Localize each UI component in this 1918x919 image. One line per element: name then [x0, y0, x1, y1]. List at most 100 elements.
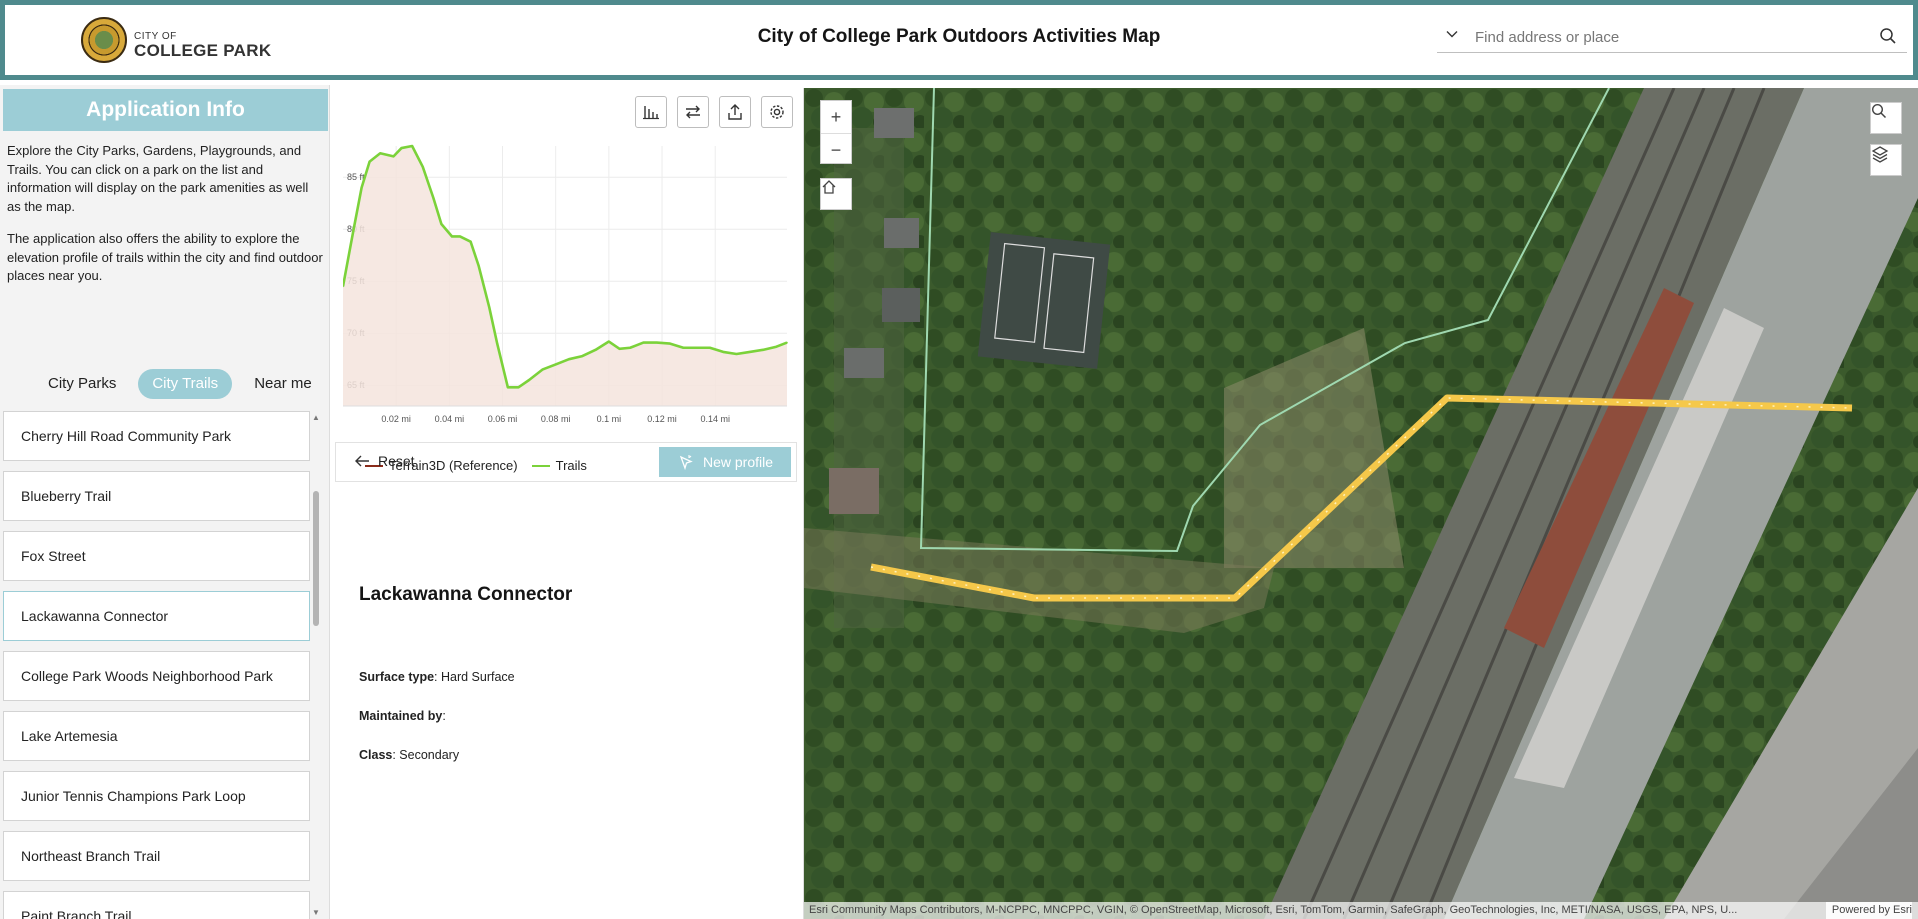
gear-icon: [770, 105, 784, 119]
chart-view-button[interactable]: [635, 96, 667, 128]
attribution-text: Esri Community Maps Contributors, M-NCPP…: [809, 904, 1738, 916]
trail-point: [528, 379, 530, 381]
arrow-left-icon: [355, 455, 369, 467]
list-item[interactable]: College Park Woods Neighborhood Park: [3, 651, 310, 701]
trail-point: [360, 186, 363, 189]
x-tick-label: 0.14 mi: [700, 414, 730, 424]
scroll-thumb[interactable]: [313, 491, 319, 626]
trail-point: [496, 342, 499, 345]
attr-surface: Surface type: Hard Surface: [359, 670, 515, 684]
list-item[interactable]: Paint Branch Trail: [3, 891, 310, 919]
trail-point: [762, 349, 764, 351]
trail-point: [379, 152, 382, 155]
trail-point: [517, 386, 520, 389]
trail-point: [748, 351, 751, 353]
x-tick-label: 0.1 mi: [597, 414, 622, 424]
trail-point: [368, 160, 371, 163]
map-view[interactable]: + − Esri Community Maps Contributors, M-…: [804, 88, 1918, 919]
trail-point: [400, 147, 403, 149]
layers-icon: [1871, 146, 1889, 163]
list-item[interactable]: Blueberry Trail: [3, 471, 310, 521]
zoom-controls: + −: [820, 100, 852, 164]
trail-point: [642, 341, 645, 344]
category-tabs: City Parks City Trails Near me: [34, 369, 326, 399]
home-button[interactable]: [820, 178, 852, 210]
list-item[interactable]: Northeast Branch Trail: [3, 831, 310, 881]
reset-label: Reset: [378, 453, 415, 469]
attr-class-value: : Secondary: [392, 748, 460, 762]
settings-button[interactable]: [761, 96, 793, 128]
zoom-in-button[interactable]: +: [821, 101, 851, 133]
trail-point: [421, 166, 424, 168]
scroll-down-icon[interactable]: ▼: [312, 908, 320, 917]
info-paragraph-2: The application also offers the ability …: [7, 231, 323, 283]
powered-by-esri[interactable]: Powered by Esri: [1825, 902, 1912, 919]
attr-class: Class: Secondary: [359, 748, 459, 762]
swap-arrows-icon: [686, 105, 700, 119]
home-icon: [822, 180, 836, 194]
new-profile-button[interactable]: New profile: [659, 447, 791, 477]
trail-point: [568, 358, 570, 360]
new-profile-label: New profile: [702, 454, 774, 470]
info-text: Explore the City Parks, Gardens, Playgro…: [7, 142, 325, 300]
header-bar: CITY OF COLLEGE PARK City of College Par…: [5, 5, 1913, 75]
list-item[interactable]: Lake Artemesia: [3, 711, 310, 761]
scroll-up-icon[interactable]: ▲: [312, 413, 320, 422]
x-tick-label: 0.06 mi: [488, 414, 518, 424]
trail-point: [507, 386, 509, 389]
map-attribution: Esri Community Maps Contributors, M-NCPP…: [804, 902, 1918, 919]
trail-point: [488, 306, 491, 308]
reset-button[interactable]: Reset: [354, 453, 415, 469]
terrain-area: [343, 146, 787, 406]
trail-point: [629, 346, 631, 349]
trail-point: [459, 235, 461, 238]
x-tick-label: 0.08 mi: [541, 414, 571, 424]
trail-point: [655, 341, 658, 344]
tab-city-parks[interactable]: City Parks: [34, 369, 130, 399]
search-input[interactable]: [1475, 25, 1865, 49]
trail-point: [682, 346, 685, 349]
attr-maintained-label: Maintained by: [359, 709, 443, 723]
trail-list: Cherry Hill Road Community Park Blueberr…: [3, 411, 310, 919]
x-tick-label: 0.04 mi: [435, 414, 465, 424]
list-item[interactable]: Junior Tennis Champions Park Loop: [3, 771, 310, 821]
satellite-imagery: [804, 88, 1918, 919]
x-tick-label: 0.02 mi: [381, 414, 411, 424]
info-title: Application Info: [3, 89, 328, 131]
list-item[interactable]: Cherry Hill Road Community Park: [3, 411, 310, 461]
trail-point: [618, 348, 621, 350]
trail-point: [735, 353, 738, 355]
trail-point: [608, 340, 610, 343]
export-button[interactable]: [719, 96, 751, 128]
y-tick-label: 85 ft: [347, 172, 365, 182]
trail-point: [451, 235, 453, 238]
trail-point: [352, 228, 355, 230]
tab-city-trails[interactable]: City Trails: [138, 369, 233, 399]
search-icon[interactable]: [1879, 27, 1897, 50]
attr-maintained: Maintained by:: [359, 709, 446, 723]
trail-point: [786, 341, 788, 344]
trail-point: [722, 351, 724, 353]
tab-near-me[interactable]: Near me: [240, 369, 326, 399]
profile-toolbar: [635, 96, 793, 128]
chevron-down-icon[interactable]: [1445, 27, 1459, 44]
trail-point: [709, 346, 711, 349]
list-item[interactable]: Fox Street: [3, 531, 310, 581]
layers-button[interactable]: [1870, 144, 1902, 176]
list-scrollbar[interactable]: ▲ ▼: [311, 411, 321, 919]
bar-chart-icon: [643, 106, 659, 120]
elevation-chart-svg: 85 ft80 ft75 ft70 ft65 ft0.02 mi0.04 mi0…: [341, 144, 788, 424]
trail-point: [541, 368, 544, 371]
app-header: CITY OF COLLEGE PARK City of College Par…: [0, 0, 1918, 80]
zoom-out-button[interactable]: −: [821, 133, 851, 165]
trail-point: [581, 355, 584, 357]
attr-maintained-value: :: [442, 709, 446, 723]
trail-point: [554, 363, 557, 366]
x-tick-label: 0.12 mi: [647, 414, 677, 424]
list-item-selected[interactable]: Lackawanna Connector: [3, 591, 310, 641]
attr-surface-value: : Hard Surface: [434, 670, 515, 684]
info-paragraph-1: Explore the City Parks, Gardens, Playgro…: [7, 143, 309, 214]
flip-profile-button[interactable]: [677, 96, 709, 128]
map-search-button[interactable]: [1870, 102, 1902, 134]
trail-point: [669, 342, 671, 345]
